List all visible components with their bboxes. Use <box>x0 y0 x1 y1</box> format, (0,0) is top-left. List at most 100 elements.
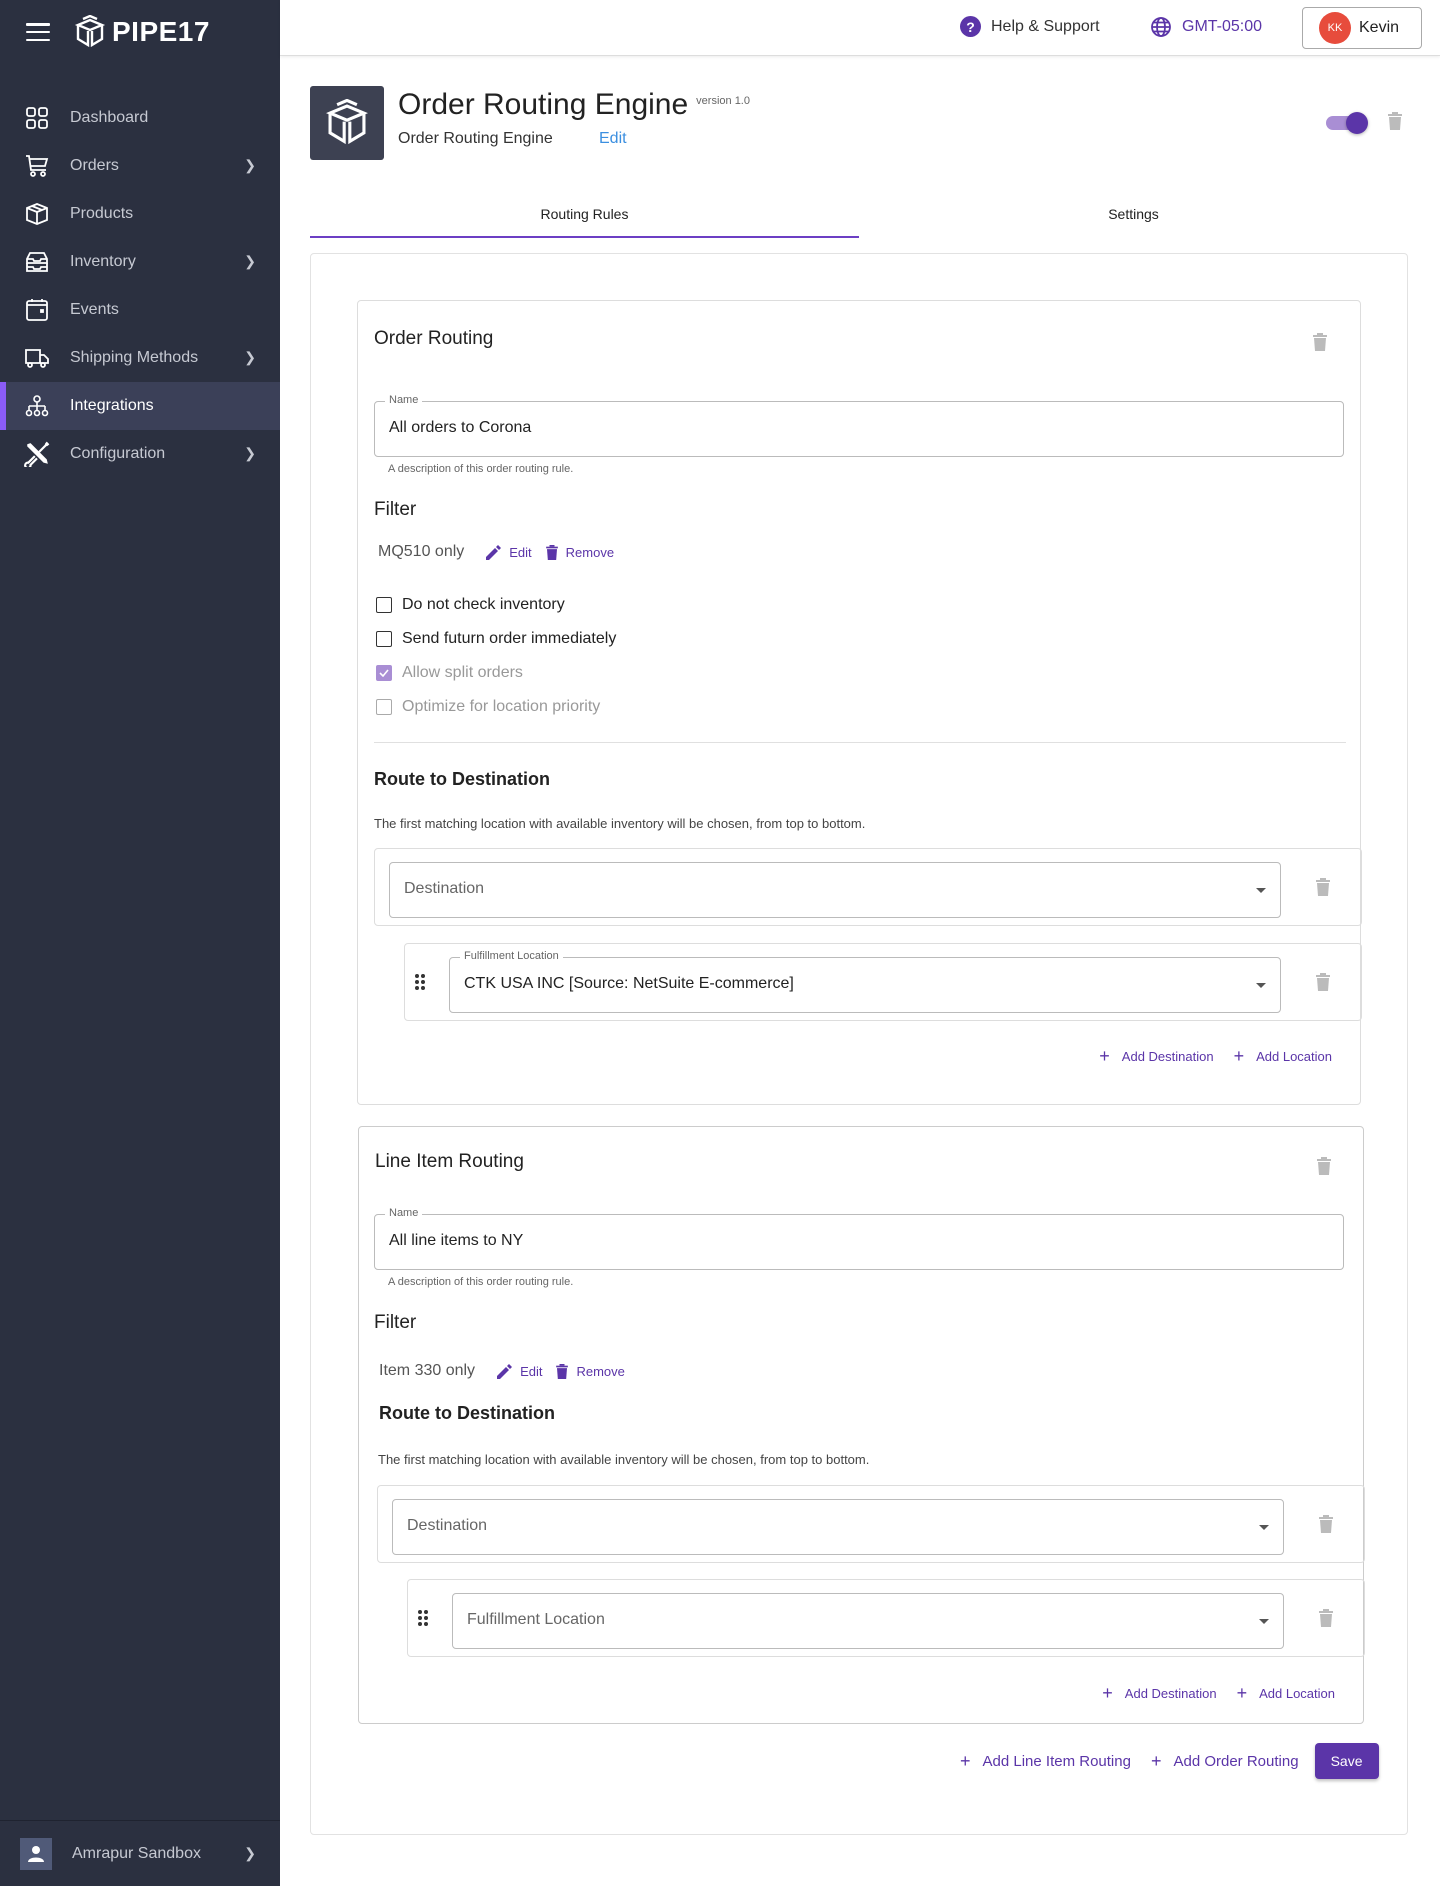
checkbox-optimize-location-priority[interactable]: Optimize for location priority <box>376 698 600 716</box>
truck-icon <box>24 345 50 371</box>
sidebar-item-events[interactable]: Events <box>0 286 280 334</box>
pencil-icon <box>486 544 502 560</box>
checkbox-box <box>376 597 392 613</box>
delete-engine-button[interactable] <box>1388 112 1402 135</box>
sidebar-item-label: Events <box>70 301 119 318</box>
fulfillment-location-select[interactable]: Fulfillment Location CTK USA INC [Source… <box>449 950 1281 1013</box>
help-support-link[interactable]: ? Help & Support <box>960 16 1100 37</box>
sidebar-item-inventory[interactable]: Inventory ❯ <box>0 238 280 286</box>
field-helper-text: A description of this order routing rule… <box>388 1276 574 1288</box>
route-description: The first matching location with availab… <box>374 816 866 831</box>
plus-icon: + <box>1236 1683 1248 1703</box>
checkbox-box <box>376 665 392 681</box>
account-switcher[interactable]: Amrapur Sandbox ❯ <box>0 1820 280 1886</box>
plus-icon: + <box>1099 1046 1110 1066</box>
chevron-right-icon: ❯ <box>244 1845 256 1861</box>
checkbox-send-future-order[interactable]: Send futurn order immediately <box>376 630 616 648</box>
checkbox-label: Send futurn order immediately <box>402 630 617 647</box>
route-description: The first matching location with availab… <box>378 1452 870 1467</box>
user-menu-button[interactable]: KK Kevin <box>1302 7 1422 49</box>
add-destination-button[interactable]: + Add Destination <box>1102 1683 1216 1704</box>
globe-icon <box>1151 17 1171 37</box>
pipe17-logo-icon <box>74 15 106 48</box>
sidebar-item-label: Shipping Methods <box>70 349 199 366</box>
user-name: Kevin <box>1359 19 1400 36</box>
field-label: Name <box>385 394 423 406</box>
field-label: Fulfillment Location <box>460 950 563 962</box>
delete-location-button[interactable] <box>1316 973 1330 996</box>
add-location-label: Add Location <box>1256 1049 1332 1064</box>
destination-placeholder: Destination <box>404 880 485 897</box>
remove-filter-button[interactable]: Remove <box>556 1363 625 1379</box>
tab-routing-rules[interactable]: Routing Rules <box>310 196 859 238</box>
box-icon <box>24 201 50 227</box>
delete-rule-button[interactable] <box>1313 333 1327 356</box>
save-button[interactable]: Save <box>1314 1743 1379 1779</box>
divider <box>374 742 1346 743</box>
page-title-text: Order Routing Engine <box>398 88 689 121</box>
sidebar-item-label: Configuration <box>70 445 166 462</box>
menu-icon[interactable] <box>26 23 50 41</box>
logo[interactable]: PIPE17 <box>74 15 210 49</box>
timezone-label: GMT-05:00 <box>1182 18 1263 35</box>
checkbox-box <box>376 631 392 647</box>
sidebar-item-orders[interactable]: Orders ❯ <box>0 142 280 190</box>
fulfillment-location-select[interactable]: Fulfillment Location <box>452 1593 1284 1649</box>
dropdown-caret-icon <box>1256 983 1266 988</box>
rule-name-field[interactable]: Name All line items to NY <box>374 1207 1344 1270</box>
trash-icon <box>1317 1157 1331 1175</box>
sidebar-item-configuration[interactable]: Configuration ❯ <box>0 430 280 478</box>
trash-icon <box>1316 973 1330 991</box>
sidebar-item-label: Inventory <box>70 253 136 270</box>
delete-destination-button[interactable] <box>1319 1515 1333 1538</box>
checkbox-label: Optimize for location priority <box>402 698 601 715</box>
checkbox-allow-split-orders[interactable]: Allow split orders <box>376 664 523 682</box>
edit-filter-button[interactable]: Edit <box>486 544 532 560</box>
route-heading: Route to Destination <box>374 769 550 789</box>
sidebar-item-integrations[interactable]: Integrations <box>0 382 280 430</box>
checkbox-do-not-check-inventory[interactable]: Do not check inventory <box>376 596 565 614</box>
timezone-selector[interactable]: GMT-05:00 <box>1150 16 1262 38</box>
chevron-right-icon: ❯ <box>244 445 256 461</box>
rule-name-field[interactable]: Name All orders to Corona <box>374 394 1344 457</box>
delete-destination-button[interactable] <box>1316 878 1330 901</box>
destination-select[interactable]: Destination <box>389 862 1281 918</box>
add-destination-button[interactable]: + Add Destination <box>1099 1046 1213 1067</box>
route-heading: Route to Destination <box>379 1403 555 1423</box>
rule-add-actions: + Add Destination + Add Location <box>1079 1046 1332 1067</box>
checkbox-label: Do not check inventory <box>402 596 565 613</box>
account-name: Amrapur Sandbox <box>72 1844 201 1862</box>
sidebar-item-dashboard[interactable]: Dashboard <box>0 94 280 142</box>
tab-settings[interactable]: Settings <box>859 196 1408 238</box>
field-value: All orders to Corona <box>389 419 532 436</box>
dropdown-caret-icon <box>1256 888 1266 893</box>
edit-title-link[interactable]: Edit <box>599 130 627 148</box>
help-icon: ? <box>960 16 981 37</box>
remove-filter-button[interactable]: Remove <box>545 544 614 560</box>
drag-handle-icon[interactable] <box>415 974 425 990</box>
page-title: Order Routing Engine version 1.0 <box>398 88 750 122</box>
filter-heading: Filter <box>374 499 417 520</box>
drag-handle-icon[interactable] <box>418 1610 428 1626</box>
sidebar-item-products[interactable]: Products <box>0 190 280 238</box>
plus-icon: + <box>1150 1750 1162 1771</box>
filter-row: Item 330 only Edit Remove <box>379 1362 639 1380</box>
destination-row: Destination <box>374 848 1362 926</box>
remove-label: Remove <box>576 1363 625 1379</box>
add-location-button[interactable]: + Add Location <box>1234 1046 1332 1067</box>
add-location-button[interactable]: + Add Location <box>1237 1683 1335 1704</box>
delete-rule-button[interactable] <box>1317 1157 1331 1180</box>
add-order-routing-button[interactable]: + Add Order Routing <box>1151 1751 1299 1772</box>
chevron-right-icon: ❯ <box>244 349 256 365</box>
add-line-item-routing-button[interactable]: + Add Line Item Routing <box>960 1751 1131 1772</box>
field-helper-text: A description of this order routing rule… <box>388 463 574 475</box>
edit-label: Edit <box>520 1363 543 1379</box>
delete-location-button[interactable] <box>1319 1609 1333 1632</box>
enabled-toggle[interactable] <box>1326 112 1368 134</box>
page-subtitle: Order Routing Engine <box>398 130 553 147</box>
dashboard-grid-icon <box>24 105 50 131</box>
trash-icon <box>1319 1609 1333 1627</box>
destination-select[interactable]: Destination <box>392 1499 1284 1555</box>
sidebar-item-shipping-methods[interactable]: Shipping Methods ❯ <box>0 334 280 382</box>
edit-filter-button[interactable]: Edit <box>497 1363 543 1379</box>
